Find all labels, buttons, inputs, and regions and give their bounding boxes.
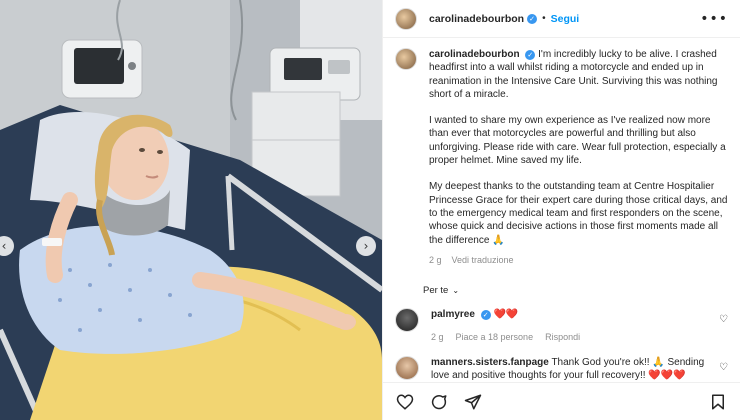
verified-badge-icon: ✓ [525,50,536,60]
verified-badge-icon: ✓ [527,13,538,24]
comment-text: ❤️❤️ [493,309,519,321]
next-photo-button[interactable]: › [356,236,376,256]
comment-item: palmyree ✓ ❤️❤️ 2 g Piace a 18 persone R… [383,308,740,344]
commenter-username[interactable]: manners.sisters.fanpage [431,357,549,368]
post-side-panel: carolinadebourbon ✓ • Segui ••• carolina… [382,0,740,420]
commenter-avatar[interactable] [395,356,419,381]
heart-icon[interactable] [395,392,415,412]
caption-avatar[interactable] [395,48,417,70]
chevron-right-icon: › [363,239,369,253]
comment-item: manners.sisters.fanpage Thank God you're… [383,356,740,382]
caption-paragraph-3: My deepest thanks to the outstanding tea… [429,181,728,246]
instagram-post-view: ‹ › carolinadebourbon ✓ • Segui ••• caro… [0,0,740,420]
post-photo: ‹ › [0,0,382,420]
verified-badge-icon: ✓ [480,310,491,321]
more-options-icon[interactable]: ••• [700,11,728,27]
chevron-left-icon: ‹ [1,239,7,253]
caption-paragraph-2: I wanted to share my own experience as I… [429,115,726,167]
commenter-avatar[interactable] [395,308,419,333]
caption-username[interactable]: carolinadebourbon [429,49,520,60]
post-header: carolinadebourbon ✓ • Segui ••• [383,0,740,38]
author-username[interactable]: carolinadebourbon [429,13,524,25]
author-avatar[interactable] [395,7,417,30]
comment-like-heart-icon[interactable]: ♡ [719,362,728,373]
commenter-username[interactable]: palmyree [431,309,475,320]
comment-icon[interactable] [429,392,449,412]
reply-button[interactable]: Rispondi [545,331,580,344]
comment-body: manners.sisters.fanpage Thank God you're… [431,356,721,382]
comment-filter-dropdown[interactable]: Per te ⌄ [423,285,740,296]
hospital-photo [0,0,382,420]
comment-body: palmyree ✓ ❤️❤️ 2 g Piace a 18 persone R… [431,308,721,344]
follow-button[interactable]: Segui [551,13,580,25]
chevron-down-icon: ⌄ [452,286,460,296]
see-translation-link[interactable]: Vedi traduzione [452,254,514,267]
bookmark-icon[interactable] [708,392,728,412]
comment-filter-label: Per te [423,285,449,297]
comment-time: 2 g [431,332,444,343]
caption-paragraph-1: carolinadebourbon ✓ I'm incredibly lucky… [429,49,718,100]
share-icon[interactable] [463,392,483,412]
caption-meta: 2 g Vedi traduzione [429,254,728,267]
header-separator: • [542,13,546,24]
post-action-bar [383,382,740,420]
post-caption: carolinadebourbon ✓ I'm incredibly lucky… [383,48,740,267]
caption-body: carolinadebourbon ✓ I'm incredibly lucky… [429,48,728,267]
comment-likes[interactable]: Piace a 18 persone [456,331,534,344]
comment-like-heart-icon[interactable]: ♡ [719,314,728,325]
comment-meta: 2 g Piace a 18 persone Rispondi [431,331,721,344]
caption-time: 2 g [429,254,442,265]
comments-scroll-area[interactable]: carolinadebourbon ✓ I'm incredibly lucky… [383,48,740,382]
